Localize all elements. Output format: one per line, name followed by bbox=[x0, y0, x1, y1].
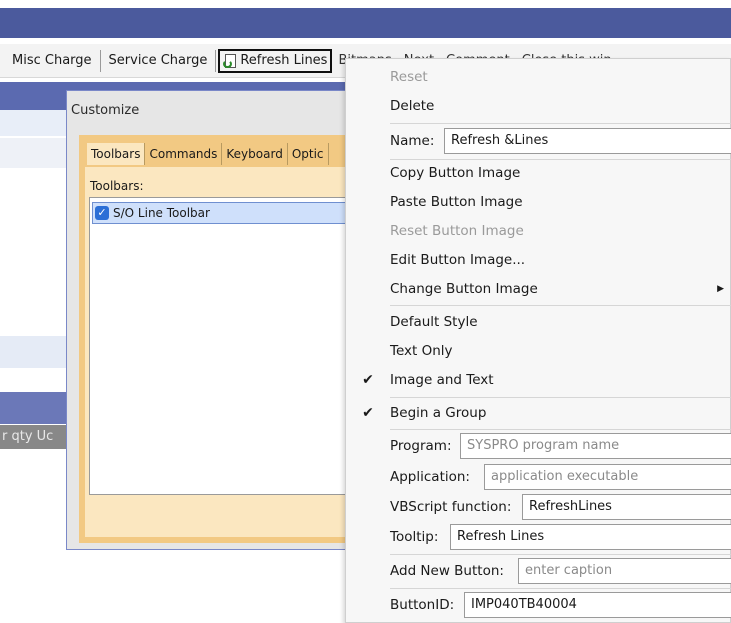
menu-separator bbox=[390, 305, 731, 306]
dialog-title: Customize bbox=[71, 103, 140, 118]
button-context-menu: Reset Delete Name: Refresh &Lines Copy B… bbox=[345, 58, 731, 623]
tooltip-field[interactable]: Refresh Lines bbox=[450, 524, 731, 550]
name-field[interactable]: Refresh &Lines bbox=[444, 128, 731, 154]
misc-charge-button[interactable]: Misc Charge bbox=[6, 49, 98, 73]
menu-item-image-and-text[interactable]: ✔ Image and Text bbox=[346, 366, 731, 394]
toolbars-tab-body: Toolbars: ✓ S/O Line Toolbar bbox=[85, 167, 367, 537]
toolbar-separator bbox=[99, 49, 101, 72]
menu-item-edit-image[interactable]: Edit Button Image... bbox=[346, 246, 731, 274]
tab-toolbars[interactable]: Toolbars bbox=[87, 143, 146, 165]
menu-separator bbox=[390, 123, 731, 124]
checkbox-checked-icon[interactable]: ✓ bbox=[95, 206, 109, 220]
customize-dialog: Customize Toolbars Commands Keyboard Opt… bbox=[66, 90, 367, 550]
list-item[interactable]: ✓ S/O Line Toolbar bbox=[92, 202, 366, 224]
menu-item-begin-group[interactable]: ✔ Begin a Group bbox=[346, 399, 731, 427]
program-field[interactable]: SYSPRO program name bbox=[460, 433, 731, 459]
toolbars-list[interactable]: ✓ S/O Line Toolbar bbox=[89, 197, 367, 495]
menu-item-reset-image[interactable]: Reset Button Image bbox=[346, 217, 731, 245]
dialog-tab-panel: Toolbars Commands Keyboard Optic Toolbar… bbox=[79, 135, 367, 543]
buttonid-field[interactable]: IMP040TB40004 bbox=[464, 592, 731, 618]
application-field[interactable]: application executable bbox=[484, 464, 731, 490]
checkmark-icon: ✔ bbox=[362, 372, 374, 388]
menu-separator bbox=[390, 588, 731, 589]
refresh-icon bbox=[223, 53, 237, 68]
grid-column-header: r qty Uc bbox=[0, 425, 70, 449]
service-charge-button[interactable]: Service Charge bbox=[103, 49, 214, 73]
menu-item-paste-image[interactable]: Paste Button Image bbox=[346, 188, 731, 216]
window-title-bar bbox=[0, 8, 731, 38]
menu-item-text-only[interactable]: Text Only bbox=[346, 337, 731, 365]
toolbar-item-label: S/O Line Toolbar bbox=[113, 206, 210, 220]
vbscript-field[interactable]: RefreshLines bbox=[522, 494, 731, 520]
menu-separator bbox=[390, 397, 731, 398]
toolbars-label: Toolbars: bbox=[90, 179, 144, 193]
add-button-field[interactable]: enter caption bbox=[518, 558, 731, 584]
menu-item-copy-image[interactable]: Copy Button Image bbox=[346, 159, 731, 187]
menu-separator bbox=[390, 554, 731, 555]
menu-item-default-style[interactable]: Default Style bbox=[346, 308, 731, 336]
toolbar-separator bbox=[215, 49, 217, 72]
checkmark-icon: ✔ bbox=[362, 405, 374, 421]
refresh-lines-button[interactable]: Refresh Lines bbox=[218, 48, 333, 73]
submenu-arrow-icon: ▶ bbox=[717, 284, 724, 294]
tab-commands[interactable]: Commands bbox=[145, 143, 223, 165]
menu-item-change-image[interactable]: Change Button Image ▶ bbox=[346, 275, 731, 303]
menu-separator bbox=[390, 429, 731, 430]
menu-item-reset[interactable]: Reset bbox=[346, 63, 731, 91]
tab-options[interactable]: Optic bbox=[288, 143, 329, 165]
tab-keyboard[interactable]: Keyboard bbox=[222, 143, 288, 165]
menu-item-delete[interactable]: Delete bbox=[346, 92, 731, 120]
dialog-tabs: Toolbars Commands Keyboard Optic bbox=[87, 143, 329, 165]
refresh-lines-label: Refresh Lines bbox=[240, 52, 328, 68]
